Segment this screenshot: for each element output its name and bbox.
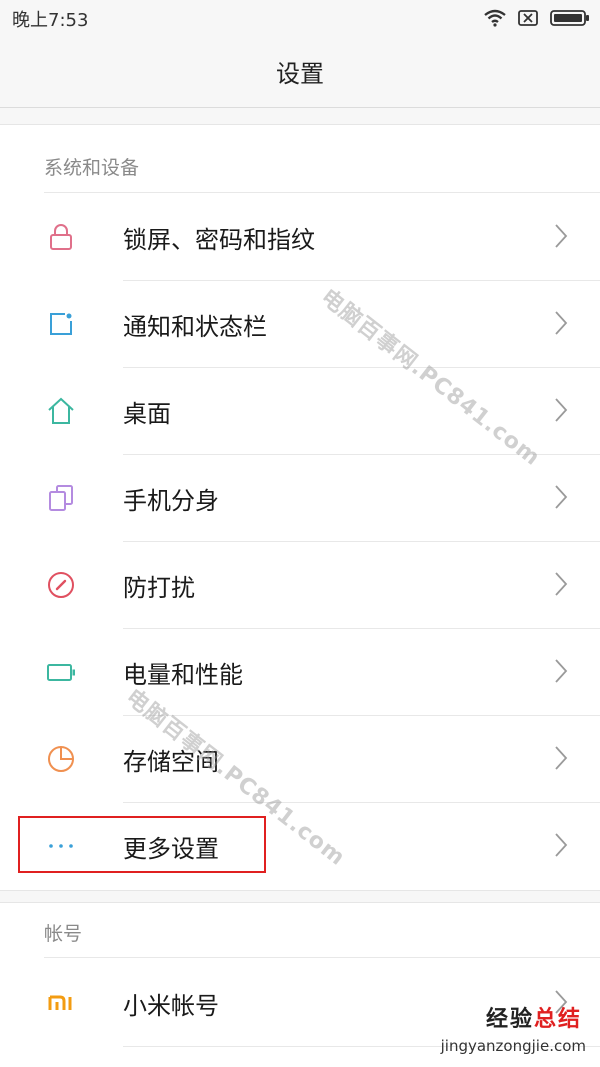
settings-item-storage[interactable]: 存储空间 <box>0 715 600 802</box>
chevron-right-icon <box>555 311 568 335</box>
dual-icon <box>49 485 73 511</box>
chevron-right-icon <box>555 833 568 857</box>
settings-item-dual-apps[interactable]: 手机分身 <box>0 454 600 541</box>
site-brand: 经验总结 <box>486 1001 582 1033</box>
site-brand-a: 经验 <box>485 1007 534 1032</box>
settings-item-lock-screen[interactable]: 锁屏、密码和指纹 <box>0 193 600 280</box>
notification-icon <box>50 313 72 335</box>
section-header: 系统和设备 <box>44 157 140 179</box>
settings-item-notification[interactable]: 通知和状态栏 <box>0 280 600 367</box>
wifi-icon <box>484 9 506 27</box>
settings-item-do-not-disturb[interactable]: 防打扰 <box>0 541 600 628</box>
settings-item-label: 防打扰 <box>123 574 195 602</box>
title-bar: 设置 <box>0 36 600 108</box>
divider <box>44 957 600 958</box>
page-title: 设置 <box>276 60 324 88</box>
settings-item-label: 小米帐号 <box>123 992 219 1020</box>
battery-icon <box>47 664 75 681</box>
settings-item-label: 锁屏、密码和指纹 <box>123 226 315 254</box>
storage-icon <box>48 746 74 772</box>
status-bar: 晚上7:53 <box>0 0 600 36</box>
chevron-right-icon <box>555 224 568 248</box>
no-sim-icon <box>518 10 538 26</box>
mi-icon <box>48 995 72 1010</box>
settings-item-label: 桌面 <box>123 400 171 428</box>
chevron-right-icon <box>555 398 568 422</box>
lock-icon <box>50 224 72 250</box>
chevron-right-icon <box>555 746 568 770</box>
site-url: jingyanzongjie.com <box>440 1037 586 1055</box>
chevron-right-icon <box>555 572 568 596</box>
chevron-right-icon <box>555 485 568 509</box>
settings-item-label: 通知和状态栏 <box>123 313 267 341</box>
status-time: 晚上7:53 <box>12 10 89 31</box>
home-icon <box>48 397 74 424</box>
settings-item-battery-performance[interactable]: 电量和性能 <box>0 628 600 715</box>
section-system-devices: 系统和设备 锁屏、密码和指纹 通知和状态栏 桌面 手机分身 防打扰 电量和性能 … <box>0 124 600 891</box>
status-icons <box>484 6 590 30</box>
settings-item-label: 手机分身 <box>123 487 219 515</box>
dnd-icon <box>48 572 74 598</box>
battery-status-icon <box>550 10 589 26</box>
chevron-right-icon <box>555 659 568 683</box>
section-header: 帐号 <box>44 923 83 945</box>
highlight-box <box>18 816 266 873</box>
site-brand-b: 总结 <box>533 1007 582 1032</box>
